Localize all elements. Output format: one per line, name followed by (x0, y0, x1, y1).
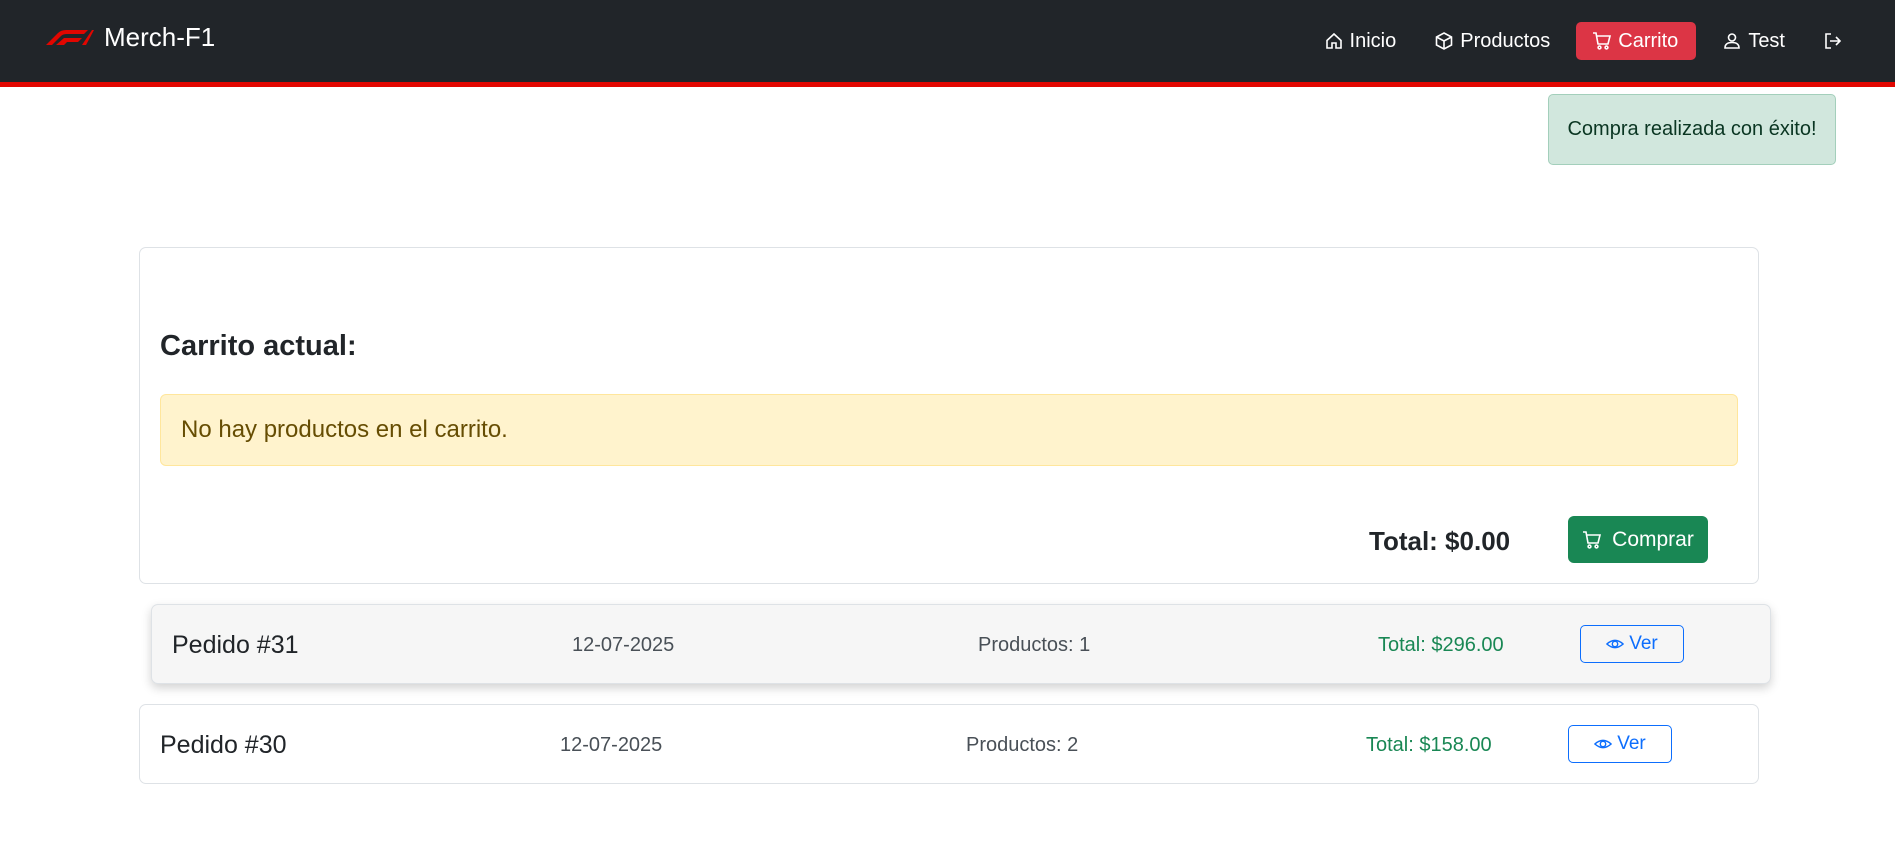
f1-logo-icon (46, 29, 94, 45)
order-card[interactable]: Pedido #31 12-07-2025 Productos: 1 Total… (151, 604, 1771, 684)
brand[interactable]: Merch-F1 (44, 22, 215, 53)
order-card[interactable]: Pedido #30 12-07-2025 Productos: 2 Total… (139, 704, 1759, 784)
view-order-button[interactable]: Ver (1568, 725, 1672, 763)
buy-button-label: Comprar (1612, 527, 1694, 551)
cart-title: Carrito actual: (160, 330, 357, 362)
order-total: Total: $158.00 (1366, 734, 1492, 756)
cart-icon (1593, 32, 1612, 50)
order-date: 12-07-2025 (560, 734, 663, 756)
logout-icon (1825, 33, 1842, 49)
nav-item-label: Inicio (1349, 29, 1397, 52)
nav-item-user[interactable]: Test (1710, 22, 1797, 60)
buy-button[interactable]: Comprar (1568, 516, 1708, 563)
success-toast: Compra realizada con éxito! (1548, 94, 1836, 165)
order-product-count: Productos: 2 (966, 734, 1079, 756)
eye-icon (1594, 739, 1613, 749)
cart-card: Carrito actual: No hay productos en el c… (139, 247, 1759, 584)
order-id: Pedido #31 (172, 631, 299, 659)
view-button-label: Ver (1617, 733, 1646, 754)
nav-item-carrito[interactable]: Carrito (1576, 22, 1697, 60)
view-order-button[interactable]: Ver (1580, 625, 1684, 663)
nav-item-label: Carrito (1618, 29, 1679, 52)
view-button-label: Ver (1629, 633, 1658, 654)
box-icon (1435, 32, 1453, 50)
eye-icon (1606, 639, 1625, 649)
toast-message: Compra realizada con éxito! (1567, 118, 1817, 140)
cart-icon (1583, 530, 1602, 549)
order-id: Pedido #30 (160, 731, 287, 759)
nav-menu: Inicio Productos Carrito Test (1298, 22, 1855, 60)
home-icon (1325, 32, 1342, 49)
order-total: Total: $296.00 (1378, 634, 1504, 656)
nav-item-inicio[interactable]: Inicio (1312, 22, 1409, 60)
user-icon (1724, 33, 1741, 49)
logout-button[interactable] (1811, 22, 1855, 60)
nav-item-label: Productos (1460, 29, 1551, 52)
cart-total: Total: $0.00 (1369, 526, 1511, 556)
order-product-count: Productos: 1 (978, 634, 1091, 656)
order-date: 12-07-2025 (572, 634, 675, 656)
empty-cart-alert: No hay productos en el carrito. (160, 394, 1738, 466)
nav-item-productos[interactable]: Productos (1422, 22, 1562, 60)
brand-name: Merch-F1 (104, 22, 216, 52)
empty-cart-message: No hay productos en el carrito. (181, 416, 508, 443)
navbar: Merch-F1 Inicio Productos Carrito Test (0, 0, 1895, 87)
nav-item-label: Test (1748, 29, 1785, 52)
